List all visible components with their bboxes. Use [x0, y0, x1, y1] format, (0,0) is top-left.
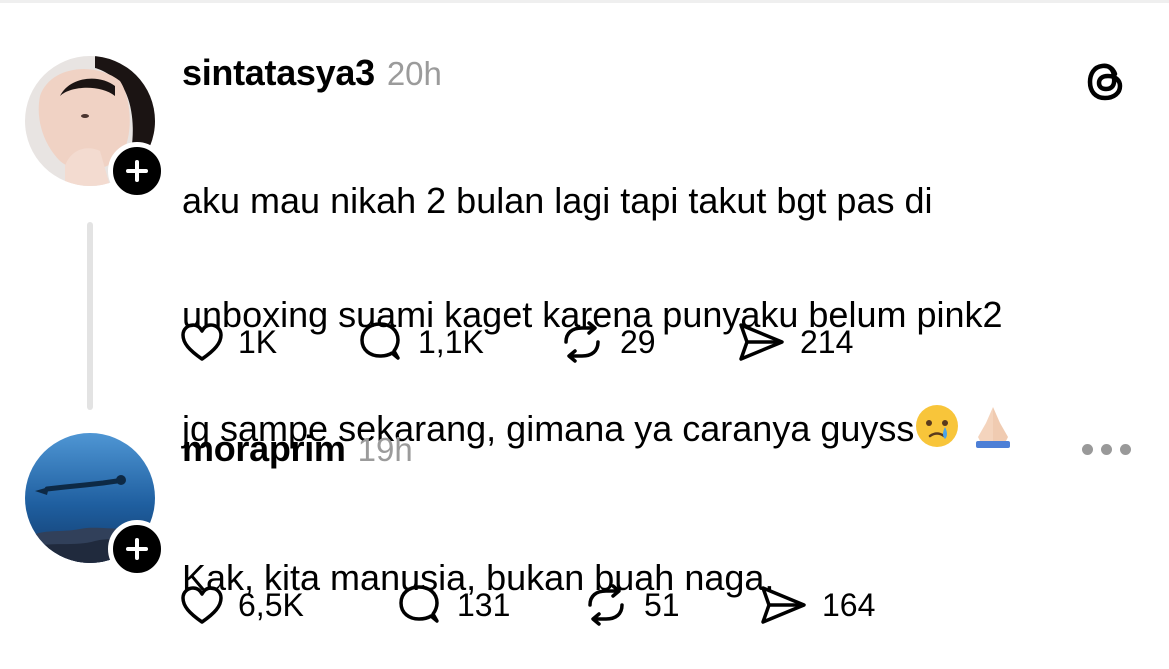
reply-count: 131: [457, 586, 511, 623]
more-options-icon[interactable]: [1082, 444, 1131, 455]
share-count: 164: [822, 586, 876, 623]
send-icon: [761, 586, 806, 624]
heart-icon: [181, 586, 223, 624]
more-dot: [1120, 444, 1131, 455]
comment-icon: [399, 585, 439, 623]
reply-button[interactable]: 131: [395, 580, 510, 630]
more-dot: [1082, 444, 1093, 455]
post-header: moraprim 19h: [182, 428, 413, 470]
post-text: Kak, kita manusia, bukan buah naga.: [182, 492, 1142, 663]
like-button[interactable]: 6,5K: [180, 580, 304, 630]
more-dot: [1101, 444, 1112, 455]
repost-count: 51: [644, 586, 680, 623]
share-button[interactable]: 164: [758, 580, 875, 630]
repost-icon: [588, 584, 624, 626]
plus-icon: [126, 538, 148, 560]
follow-button[interactable]: [108, 520, 166, 578]
repost-button[interactable]: 51: [582, 580, 680, 630]
post-moraprim: moraprim 19h Kak, kita manusia, bukan bu…: [0, 0, 1169, 669]
username[interactable]: moraprim: [182, 428, 346, 470]
like-count: 6,5K: [238, 586, 304, 623]
timestamp: 19h: [357, 431, 413, 468]
